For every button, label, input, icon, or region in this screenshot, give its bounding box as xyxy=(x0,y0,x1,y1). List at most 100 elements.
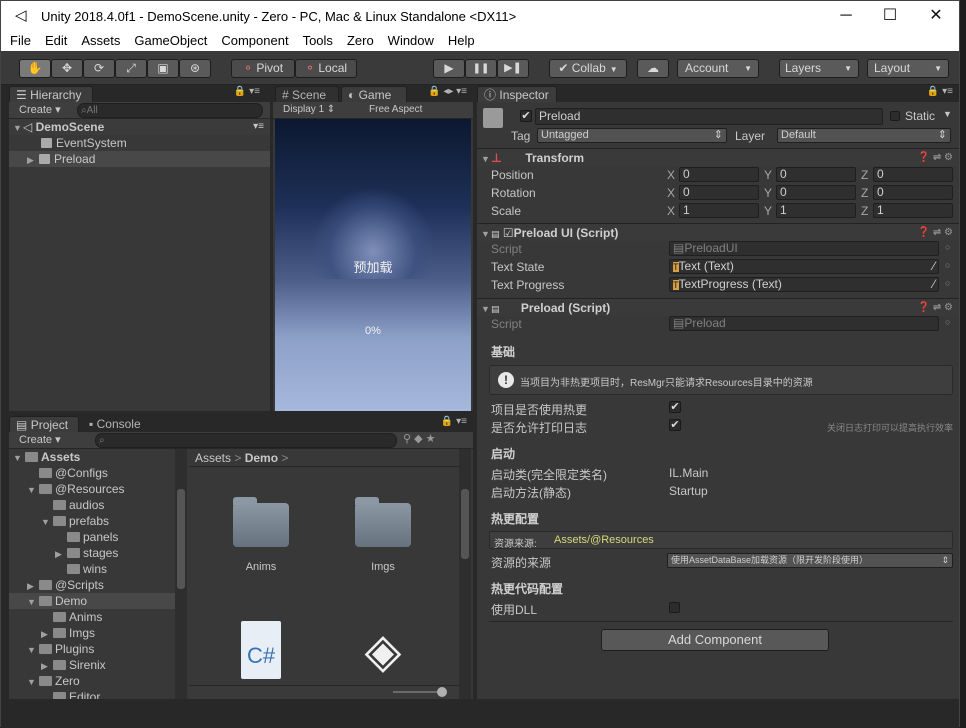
menu-gameobject[interactable]: GameObject xyxy=(127,31,214,51)
transform-tool-button[interactable]: ⊛ xyxy=(179,59,211,78)
preload-header[interactable]: ▼▤ Preload (Script) ❓ ⇌ ⚙ xyxy=(477,298,959,316)
tab-inspector[interactable]: ⓘ Inspector xyxy=(477,86,557,102)
scrollbar-thumb[interactable] xyxy=(461,489,469,559)
start-method-value[interactable]: Startup xyxy=(669,484,708,498)
scale-tool-button[interactable]: ⤢ xyxy=(115,59,147,78)
tag-dropdown[interactable]: Untagged ⇕ xyxy=(537,128,727,143)
transform-x-input[interactable]: 0 xyxy=(679,167,759,182)
circle-icon[interactable]: ○ xyxy=(945,317,950,327)
scene-row[interactable]: ▼◁ DemoScene ▾≡ xyxy=(9,119,270,135)
project-tree-item[interactable]: Anims xyxy=(9,609,175,625)
project-tree-item[interactable]: ▶ @Scripts xyxy=(9,577,175,593)
transform-y-input[interactable]: 0 xyxy=(776,185,856,200)
expand-triangle-icon[interactable]: ▼ xyxy=(27,642,37,658)
object-name-input[interactable]: Preload xyxy=(535,108,883,125)
menu-tools[interactable]: Tools xyxy=(296,31,340,51)
menu-window[interactable]: Window xyxy=(381,31,441,51)
active-checkbox[interactable]: ✔ xyxy=(520,110,532,122)
rotate-tool-button[interactable]: ⟳ xyxy=(83,59,115,78)
chevron-down-icon[interactable]: ▼ xyxy=(943,109,952,119)
collapse-triangle-icon[interactable]: ▶ xyxy=(55,546,65,562)
hand-tool-button[interactable]: ✋ xyxy=(19,59,51,78)
close-button[interactable]: ✕ xyxy=(913,1,959,31)
add-component-button[interactable]: Add Component xyxy=(601,629,829,651)
hierarchy-item-eventsystem[interactable]: EventSystem xyxy=(9,135,270,151)
res-from-dropdown[interactable]: 使用AssetDataBase加载资源（限开发阶段使用） ⇕ xyxy=(667,553,953,568)
breadcrumb-demo[interactable]: Demo xyxy=(245,451,278,465)
game-menu-icon[interactable]: 🔒 ◂▸ ▾≡ xyxy=(428,86,467,97)
collapse-triangle-icon[interactable]: ▶ xyxy=(41,626,51,642)
create-dropdown[interactable]: Create ▾ xyxy=(19,103,61,116)
project-tree-item[interactable]: wins xyxy=(9,561,175,577)
tab-project[interactable]: ▤ Project xyxy=(9,416,79,432)
menu-assets[interactable]: Assets xyxy=(74,31,127,51)
asset-folder-imgs[interactable] xyxy=(355,497,411,547)
asset-csharp-script[interactable]: C# xyxy=(241,621,281,679)
component-menu-icons[interactable]: ❓ ⇌ ⚙ xyxy=(918,299,953,317)
breadcrumb-assets[interactable]: Assets xyxy=(195,451,231,465)
circle-icon[interactable]: ○ xyxy=(945,278,950,288)
transform-x-input[interactable]: 0 xyxy=(679,185,759,200)
inspector-menu-icon[interactable]: 🔒 ▾≡ xyxy=(927,86,953,97)
component-enable-checkbox[interactable]: ☑ xyxy=(503,226,514,240)
transform-y-input[interactable]: 0 xyxy=(776,167,856,182)
menu-component[interactable]: Component xyxy=(214,31,295,51)
transform-z-input[interactable]: 1 xyxy=(873,203,953,218)
menu-help[interactable]: Help xyxy=(441,31,482,51)
pause-button[interactable]: ❚❚ xyxy=(465,59,497,78)
project-tree-item[interactable]: panels xyxy=(9,529,175,545)
asset-scrollbar[interactable] xyxy=(459,449,471,699)
tab-game[interactable]: ◐ Game xyxy=(341,86,407,102)
local-toggle[interactable]: ⚬ Local xyxy=(295,59,357,78)
account-dropdown[interactable]: Account ▼ xyxy=(677,59,759,78)
menu-file[interactable]: File xyxy=(1,31,38,51)
move-tool-button[interactable]: ✥ xyxy=(51,59,83,78)
text-state-field[interactable]: TText (Text) ⁄ xyxy=(669,259,939,274)
tree-scrollbar[interactable] xyxy=(175,449,187,699)
static-checkbox[interactable] xyxy=(890,111,900,121)
menu-edit[interactable]: Edit xyxy=(38,31,74,51)
component-menu-icons[interactable]: ❓ ⇌ ⚙ xyxy=(918,149,953,167)
menu-zero[interactable]: Zero xyxy=(340,31,381,51)
project-menu-icon[interactable]: 🔒 ▾≡ xyxy=(441,416,467,427)
scene-menu-icon[interactable]: ▾≡ xyxy=(253,119,264,135)
picker-icon[interactable]: ⁄ xyxy=(933,260,935,273)
cloud-button[interactable]: ☁ xyxy=(637,59,669,78)
asset-unity-scene[interactable]: ◈ xyxy=(355,625,411,679)
project-tree-item[interactable]: ▼ prefabs xyxy=(9,513,175,529)
zoom-slider[interactable] xyxy=(393,691,443,693)
component-menu-icons[interactable]: ❓ ⇌ ⚙ xyxy=(918,224,953,242)
start-class-value[interactable]: IL.Main xyxy=(669,466,708,480)
use-dll-checkbox[interactable] xyxy=(669,602,680,613)
expand-triangle-icon[interactable]: ▼ xyxy=(27,594,37,610)
project-tree-item[interactable]: ▼ Assets xyxy=(9,449,175,465)
rect-tool-button[interactable]: ▣ xyxy=(147,59,179,78)
project-tree-item[interactable]: audios xyxy=(9,497,175,513)
expand-triangle-icon[interactable]: ▼ xyxy=(27,674,37,690)
project-tree-item[interactable]: ▼ Plugins xyxy=(9,641,175,657)
allow-log-checkbox[interactable]: ✔ xyxy=(669,419,681,431)
text-progress-field[interactable]: TTextProgress (Text) ⁄ xyxy=(669,277,939,292)
res-source-value[interactable]: Assets/@Resources xyxy=(554,534,654,546)
layers-dropdown[interactable]: Layers ▼ xyxy=(779,59,859,78)
picker-icon[interactable]: ⁄ xyxy=(933,278,935,291)
lock-menu-icon[interactable]: 🔒 ▾≡ xyxy=(234,86,260,97)
project-tree-item[interactable]: ▶ Sirenix xyxy=(9,657,175,673)
layer-dropdown[interactable]: Default ⇕ xyxy=(777,128,951,143)
project-tree-item[interactable]: Editor xyxy=(9,689,175,699)
project-search-input[interactable]: ⌕ xyxy=(95,433,397,448)
collapse-triangle-icon[interactable]: ▶ xyxy=(27,578,37,594)
transform-y-input[interactable]: 1 xyxy=(776,203,856,218)
filter-icons[interactable]: ⚲ ◆ ★ xyxy=(403,432,436,445)
collab-dropdown[interactable]: ✔ Collab ▼ xyxy=(549,59,627,78)
circle-icon[interactable]: ○ xyxy=(945,260,950,270)
hierarchy-item-preload[interactable]: ▶ Preload xyxy=(9,151,270,167)
transform-z-input[interactable]: 0 xyxy=(873,167,953,182)
tab-scene[interactable]: # Scene xyxy=(275,86,339,102)
expand-triangle-icon[interactable]: ▼ xyxy=(41,514,51,530)
project-tree-item[interactable]: ▼ Demo xyxy=(9,593,175,609)
tab-hierarchy[interactable]: ☰ Hierarchy xyxy=(9,86,93,102)
transform-z-input[interactable]: 0 xyxy=(873,185,953,200)
step-button[interactable]: ▶❚ xyxy=(497,59,529,78)
project-tree-item[interactable]: ▶ stages xyxy=(9,545,175,561)
